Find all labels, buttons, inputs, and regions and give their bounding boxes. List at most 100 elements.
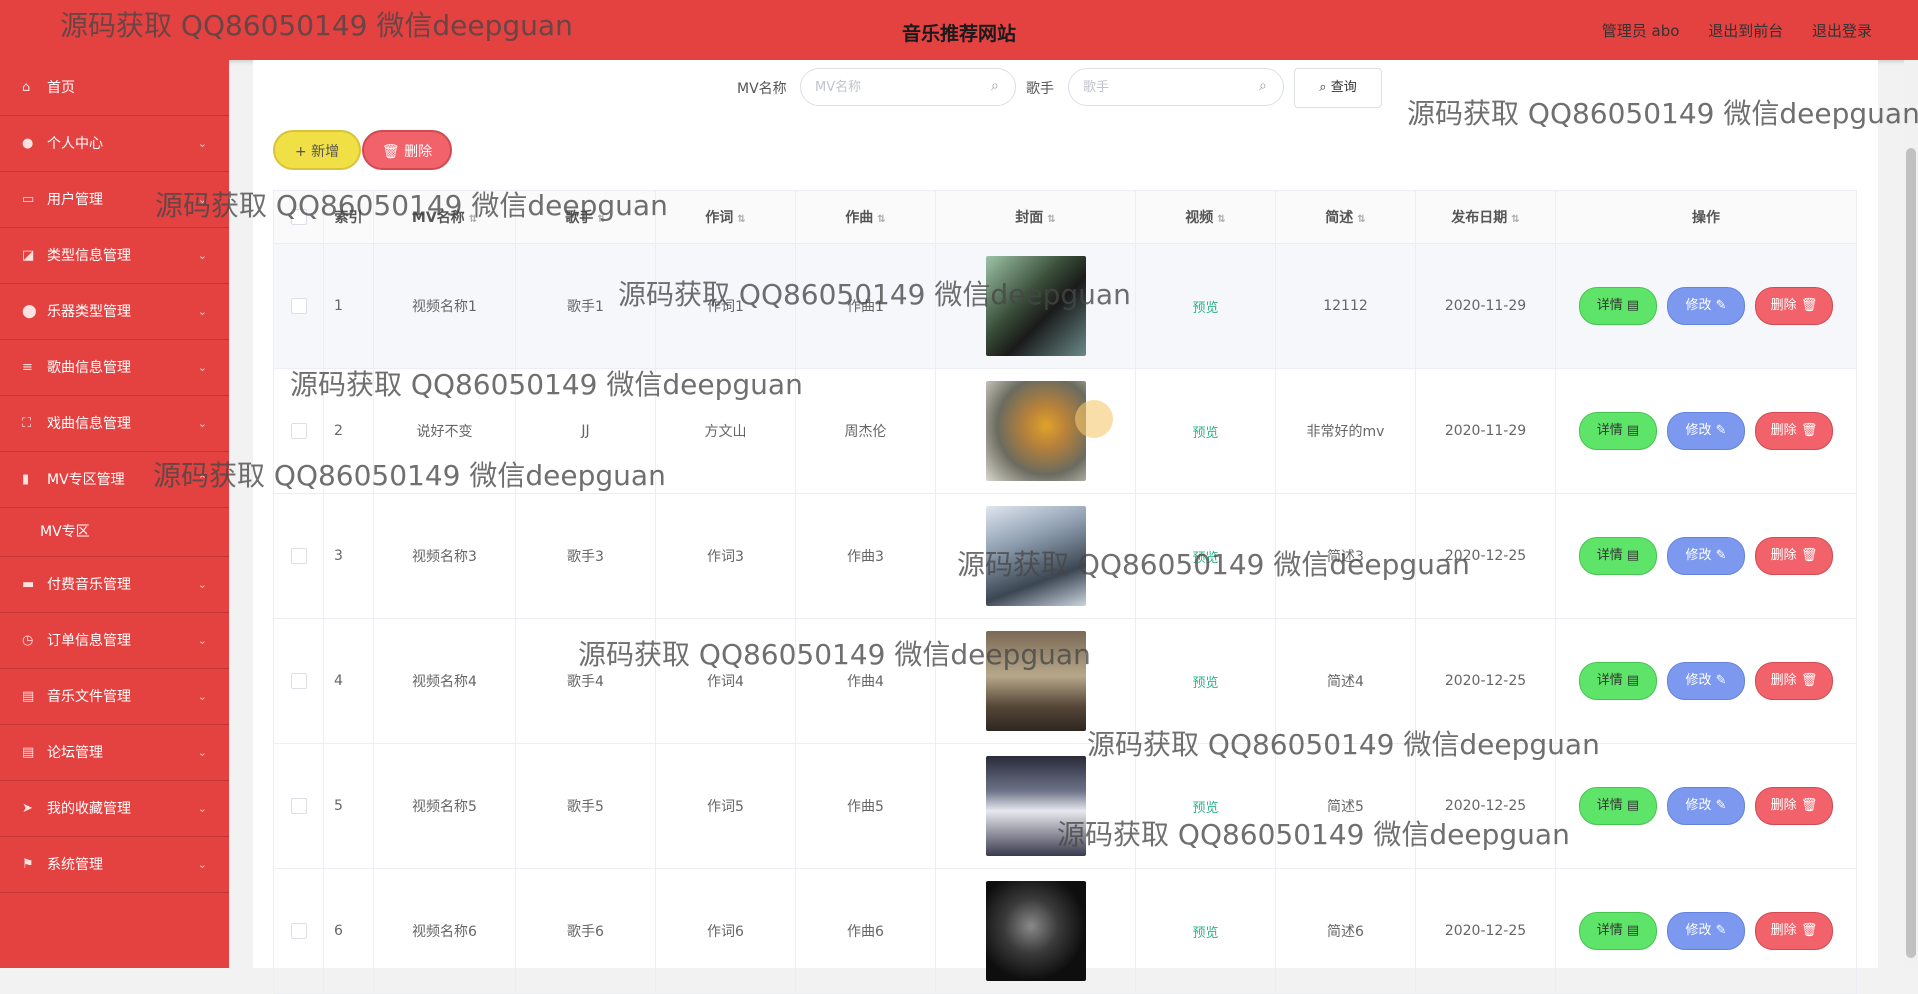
sort-icon[interactable]: ⇅	[597, 214, 605, 225]
sidebar-item-type-info[interactable]: ◪ 类型信息管理 ⌄	[0, 228, 229, 284]
sidebar-item-music-files[interactable]: ▤ 音乐文件管理 ⌄	[0, 669, 229, 725]
video-preview-link[interactable]: 预览	[1192, 551, 1218, 566]
sidebar-subitem-mv-zone[interactable]: MV专区	[0, 508, 229, 557]
batch-delete-button[interactable]: 🗑 删除	[362, 130, 452, 170]
row-checkbox[interactable]	[290, 673, 307, 689]
singer-input[interactable]	[1068, 68, 1284, 106]
sort-icon[interactable]: ⇅	[737, 214, 745, 225]
sort-icon[interactable]: ⇅	[1357, 214, 1365, 225]
sidebar-item-instrument-type[interactable]: ⬤ 乐器类型管理 ⌄	[0, 284, 229, 340]
cell-singer: 歌手6	[515, 868, 656, 994]
video-preview-link[interactable]: 预览	[1192, 926, 1218, 941]
delete-button[interactable]: 删除 🗑	[1755, 537, 1833, 575]
header-mv-name[interactable]: MV名称 ⇅	[373, 190, 516, 244]
edit-button[interactable]: 修改 ✎	[1667, 787, 1745, 825]
cell-description: 非常好的mv	[1275, 368, 1416, 494]
main-content: MV名称 ⌕ 歌手 ⌕ ⌕ 查询 + 新增 🗑 删除 索引	[253, 60, 1878, 994]
cell-release-date: 2020-12-25	[1415, 618, 1556, 744]
row-checkbox[interactable]	[290, 798, 307, 814]
header-video[interactable]: 视频 ⇅	[1135, 190, 1276, 244]
sliders-icon: ≡	[22, 360, 33, 375]
sidebar-item-paid-music[interactable]: ▬ 付费音乐管理 ⌄	[0, 557, 229, 613]
detail-button[interactable]: 详情 ▤	[1579, 912, 1657, 950]
sidebar-item-users[interactable]: ▭ 用户管理 ⌄	[0, 172, 229, 228]
row-checkbox[interactable]	[290, 298, 307, 314]
sidebar-item-system[interactable]: ⚑ 系统管理 ⌄	[0, 837, 229, 893]
row-checkbox[interactable]	[290, 548, 307, 564]
video-preview-link[interactable]: 预览	[1192, 426, 1218, 441]
search-icon: ⌕	[1259, 78, 1267, 94]
home-icon: ⌂	[22, 80, 31, 95]
sidebar-item-label: 订单信息管理	[47, 633, 131, 649]
chevron-down-icon: ⌄	[197, 634, 207, 647]
document-icon: ▤	[1626, 798, 1640, 813]
detail-button[interactable]: 详情 ▤	[1579, 287, 1657, 325]
select-all-checkbox[interactable]	[290, 209, 307, 225]
edit-button[interactable]: 修改 ✎	[1667, 287, 1745, 325]
back-to-front-link[interactable]: 退出到前台	[1708, 22, 1783, 40]
sidebar-item-opera-info[interactable]: ⛶ 戏曲信息管理 ⌄	[0, 396, 229, 452]
delete-button[interactable]: 删除 🗑	[1755, 787, 1833, 825]
trash-icon: 🗑	[1800, 673, 1818, 688]
sidebar-item-favorites[interactable]: ➤ 我的收藏管理 ⌄	[0, 781, 229, 837]
edit-button[interactable]: 修改 ✎	[1667, 662, 1745, 700]
sort-icon[interactable]: ⇅	[1217, 214, 1225, 225]
detail-button[interactable]: 详情 ▤	[1579, 787, 1657, 825]
cell-index: 5	[323, 743, 374, 869]
cell-actions: 详情 ▤ 修改 ✎ 删除 🗑	[1555, 493, 1857, 619]
chevron-down-icon: ⌄	[197, 746, 207, 759]
sort-icon[interactable]: ⇅	[1047, 214, 1055, 225]
chevron-down-icon: ⌄	[197, 137, 207, 150]
sidebar-item-song-info[interactable]: ≡ 歌曲信息管理 ⌄	[0, 340, 229, 396]
sort-icon[interactable]: ⇅	[877, 214, 885, 225]
cell-lyricist: 作词1	[655, 243, 796, 369]
edit-button[interactable]: 修改 ✎	[1667, 537, 1745, 575]
sidebar-item-profile[interactable]: ● 个人中心 ⌄	[0, 116, 229, 172]
sidebar-item-home[interactable]: ⌂ 首页	[0, 60, 229, 116]
detail-button[interactable]: 详情 ▤	[1579, 537, 1657, 575]
search-bar: MV名称 ⌕ 歌手 ⌕ ⌕ 查询	[253, 68, 1878, 108]
detail-button[interactable]: 详情 ▤	[1579, 412, 1657, 450]
row-checkbox[interactable]	[290, 423, 307, 439]
sidebar-item-mv-zone[interactable]: ▮ MV专区管理 ⌃	[0, 452, 229, 508]
send-icon: ➤	[22, 801, 33, 816]
video-preview-link[interactable]: 预览	[1192, 801, 1218, 816]
delete-button[interactable]: 删除 🗑	[1755, 662, 1833, 700]
query-button[interactable]: ⌕ 查询	[1294, 68, 1382, 108]
mv-name-input[interactable]	[800, 68, 1016, 106]
top-header: 音乐推荐网站 管理员 abo 退出到前台 退出登录	[0, 0, 1918, 60]
cell-description: 简述4	[1275, 618, 1416, 744]
sidebar-item-forum[interactable]: ▤ 论坛管理 ⌄	[0, 725, 229, 781]
video-preview-link[interactable]: 预览	[1192, 676, 1218, 691]
header-description[interactable]: 简述 ⇅	[1275, 190, 1416, 244]
video-preview-link[interactable]: 预览	[1192, 301, 1218, 316]
sort-icon[interactable]: ⇅	[469, 214, 477, 225]
table-row: 4 视频名称4 歌手4 作词4 作曲4 预览 简述4 2020-12-25 详情…	[273, 618, 1857, 744]
edit-button[interactable]: 修改 ✎	[1667, 412, 1745, 450]
scrollbar-thumb[interactable]	[1906, 148, 1916, 958]
header-cover[interactable]: 封面 ⇅	[935, 190, 1136, 244]
sort-icon[interactable]: ⇅	[1511, 214, 1519, 225]
header-composer[interactable]: 作曲 ⇅	[795, 190, 936, 244]
chevron-down-icon: ⌄	[197, 249, 207, 262]
delete-button[interactable]: 删除 🗑	[1755, 287, 1833, 325]
cell-actions: 详情 ▤ 修改 ✎ 删除 🗑	[1555, 868, 1857, 994]
cell-singer: 歌手3	[515, 493, 656, 619]
header-singer[interactable]: 歌手 ⇅	[515, 190, 656, 244]
add-button[interactable]: + 新增	[273, 130, 361, 170]
detail-button[interactable]: 详情 ▤	[1579, 662, 1657, 700]
edit-button[interactable]: 修改 ✎	[1667, 912, 1745, 950]
plus-icon: +	[294, 144, 307, 160]
sidebar-item-orders[interactable]: ◷ 订单信息管理 ⌄	[0, 613, 229, 669]
sidebar-item-label: 用户管理	[47, 192, 103, 208]
logout-link[interactable]: 退出登录	[1812, 22, 1872, 40]
page-scrollbar[interactable]	[1904, 60, 1918, 968]
cell-description: 简述6	[1275, 868, 1416, 994]
header-release-date[interactable]: 发布日期 ⇅	[1415, 190, 1556, 244]
cell-composer: 作曲6	[795, 868, 936, 994]
cell-description: 简述5	[1275, 743, 1416, 869]
delete-button[interactable]: 删除 🗑	[1755, 912, 1833, 950]
row-checkbox[interactable]	[290, 923, 307, 939]
delete-button[interactable]: 删除 🗑	[1755, 412, 1833, 450]
header-lyricist[interactable]: 作词 ⇅	[655, 190, 796, 244]
